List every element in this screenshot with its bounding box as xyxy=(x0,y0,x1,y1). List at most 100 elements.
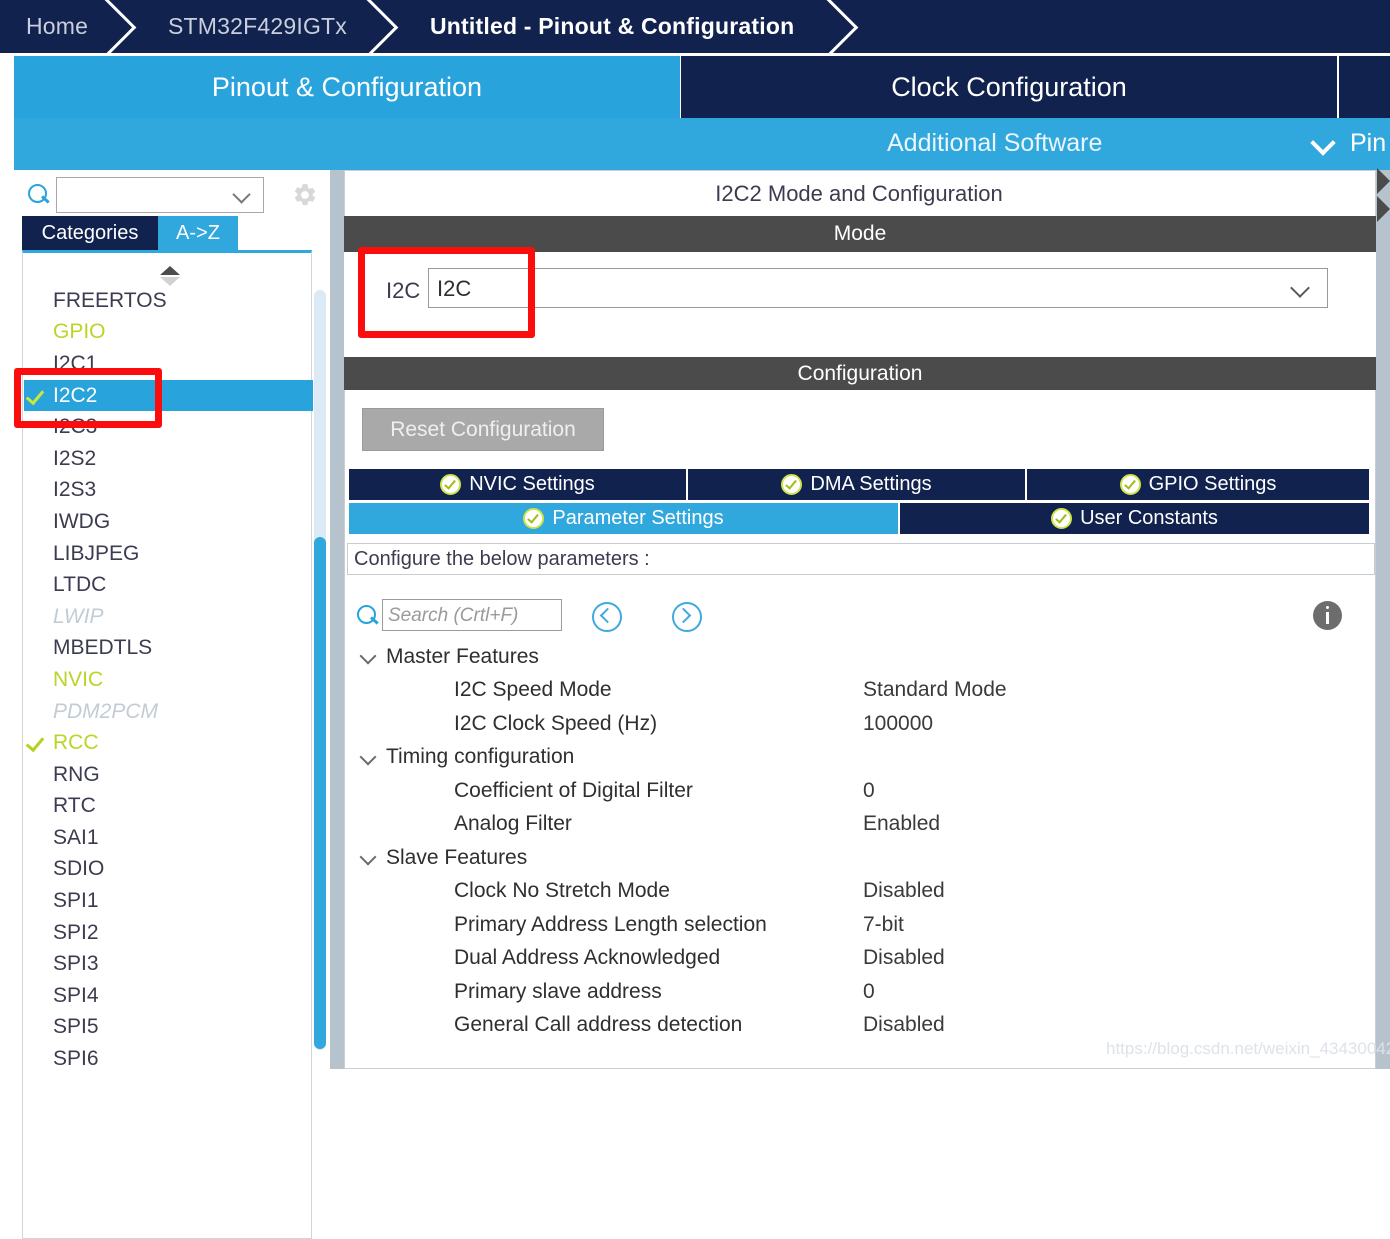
sidebar-item-sdio[interactable]: SDIO xyxy=(24,854,313,886)
param-row[interactable]: General Call address detection Disabled xyxy=(356,1009,1356,1043)
sidebar-item-spi6[interactable]: SPI6 xyxy=(24,1043,313,1075)
panel-title: I2C2 Mode and Configuration xyxy=(344,172,1374,215)
chevron-left-icon[interactable] xyxy=(592,602,622,632)
tab-user-constants[interactable]: User Constants xyxy=(900,503,1371,534)
sidebar-item-label: SDIO xyxy=(53,857,105,881)
sidebar-item-rtc[interactable]: RTC xyxy=(24,791,313,823)
sidebar-item-i2s3[interactable]: I2S3 xyxy=(24,475,313,507)
breadcrumb-home-label: Home xyxy=(26,13,89,39)
sidebar-item-label: SPI3 xyxy=(53,952,99,976)
param-group-timing-configuration[interactable]: Timing configuration xyxy=(356,741,1356,775)
sidebar-item-rng[interactable]: RNG xyxy=(24,759,313,791)
tab-gpio-settings[interactable]: GPIO Settings xyxy=(1027,469,1371,500)
param-key: Primary slave address xyxy=(454,979,662,1003)
param-row[interactable]: Dual Address Acknowledged Disabled xyxy=(356,942,1356,976)
collapse-arrow-icon[interactable] xyxy=(1377,196,1390,222)
sidebar-splitter[interactable] xyxy=(330,170,344,1069)
sidebar-item-ltdc[interactable]: LTDC xyxy=(24,569,313,601)
tab-clock-configuration[interactable]: Clock Configuration xyxy=(681,56,1337,118)
sidebar-item-sai1[interactable]: SAI1 xyxy=(24,822,313,854)
check-circle-icon xyxy=(781,474,803,495)
sidebar-item-iwdg[interactable]: IWDG xyxy=(24,506,313,538)
mode-i2c-label: I2C xyxy=(386,278,421,303)
panel-title-label: I2C2 Mode and Configuration xyxy=(715,180,1003,206)
sidebar-item-i2c1[interactable]: I2C1 xyxy=(24,348,313,380)
param-key: I2C Clock Speed (Hz) xyxy=(454,711,658,735)
param-row[interactable]: Analog Filter Enabled xyxy=(356,808,1356,842)
main-tabbar: Pinout & Configuration Clock Configurati… xyxy=(0,53,1390,118)
breadcrumb-home[interactable]: Home xyxy=(26,0,88,53)
param-value[interactable]: Standard Mode xyxy=(863,678,1007,702)
param-value[interactable]: 0 xyxy=(863,980,875,1004)
sidebar-item-spi3[interactable]: SPI3 xyxy=(24,948,313,980)
chevron-down-icon[interactable] xyxy=(1313,136,1334,157)
tab-overflow[interactable] xyxy=(1339,56,1390,118)
sidebar-item-rcc[interactable]: RCC xyxy=(24,727,313,759)
sidebar-item-i2c3[interactable]: I2C3 xyxy=(24,411,313,443)
param-row[interactable]: Coefficient of Digital Filter 0 xyxy=(356,774,1356,808)
tab-parameter-settings[interactable]: Parameter Settings xyxy=(349,503,900,534)
param-value[interactable]: 100000 xyxy=(863,712,933,736)
sidebar-item-spi1[interactable]: SPI1 xyxy=(24,885,313,917)
param-group-slave-features[interactable]: Slave Features xyxy=(356,841,1356,875)
breadcrumb-current[interactable]: Untitled - Pinout & Configuration xyxy=(430,0,794,53)
sidebar-item-spi2[interactable]: SPI2 xyxy=(24,917,313,949)
gear-icon[interactable] xyxy=(292,182,318,208)
sidebar-item-gpio[interactable]: GPIO xyxy=(24,317,313,349)
breadcrumb: Home STM32F429IGTx Untitled - Pinout & C… xyxy=(0,0,1390,53)
param-value[interactable]: Enabled xyxy=(863,812,940,836)
param-value[interactable]: Disabled xyxy=(863,1013,945,1037)
collapse-arrow-icon[interactable] xyxy=(1377,168,1390,194)
param-value[interactable]: Disabled xyxy=(863,946,945,970)
sidebar-item-label: IWDG xyxy=(53,509,111,533)
sidebar-item-libjpeg[interactable]: LIBJPEG xyxy=(24,538,313,570)
mode-i2c-dropdown[interactable]: I2C xyxy=(428,268,1328,308)
sidebar-item-spi4[interactable]: SPI4 xyxy=(24,980,313,1012)
pinout-view-button[interactable]: Pin xyxy=(1350,129,1386,158)
param-value[interactable]: 7-bit xyxy=(863,913,904,937)
sidebar-item-label: MBEDTLS xyxy=(53,636,153,660)
chevron-down-icon[interactable] xyxy=(1293,281,1309,297)
search-input[interactable] xyxy=(56,177,264,213)
info-icon[interactable] xyxy=(1313,601,1342,630)
sidebar-item-label: RCC xyxy=(53,731,99,755)
panel-splitter[interactable] xyxy=(1376,170,1390,1069)
chevron-down-icon[interactable] xyxy=(360,851,376,867)
chevron-down-icon[interactable] xyxy=(235,188,251,204)
chevron-down-icon[interactable] xyxy=(360,650,376,666)
sidebar-item-label: SPI5 xyxy=(53,1015,99,1039)
sidebar-tab-categories[interactable]: Categories xyxy=(22,216,158,250)
tab-nvic-settings[interactable]: NVIC Settings xyxy=(349,469,688,500)
tab-dma-settings[interactable]: DMA Settings xyxy=(688,469,1027,500)
configure-note: Configure the below parameters : xyxy=(347,543,1375,575)
watermark: https://blog.csdn.net/weixin_43430042 xyxy=(1106,1039,1390,1058)
sidebar-scrollbar-thumb[interactable] xyxy=(314,537,326,1049)
param-row[interactable]: I2C Clock Speed (Hz) 100000 xyxy=(356,707,1356,741)
tab-pinout-configuration[interactable]: Pinout & Configuration xyxy=(14,56,680,118)
sidebar-item-lwip[interactable]: LWIP xyxy=(24,601,313,633)
param-group-master-features[interactable]: Master Features xyxy=(356,640,1356,674)
sidebar-item-i2c2[interactable]: I2C2 xyxy=(24,379,313,412)
sidebar-item-pdm2pcm[interactable]: PDM2PCM xyxy=(24,696,313,728)
chevron-right-icon[interactable] xyxy=(672,602,702,632)
param-row[interactable]: Clock No Stretch Mode Disabled xyxy=(356,875,1356,909)
param-value[interactable]: Disabled xyxy=(863,879,945,903)
breadcrumb-device[interactable]: STM32F429IGTx xyxy=(168,0,347,53)
param-row[interactable]: Primary Address Length selection 7-bit xyxy=(356,908,1356,942)
sidebar-item-nvic[interactable]: NVIC xyxy=(24,664,313,696)
param-row[interactable]: I2C Speed Mode Standard Mode xyxy=(356,674,1356,708)
reset-configuration-button[interactable]: Reset Configuration xyxy=(362,408,604,451)
sidebar-item-i2s2[interactable]: I2S2 xyxy=(24,443,313,475)
sidebar-item-spi5[interactable]: SPI5 xyxy=(24,1012,313,1044)
sidebar-item-label: I2S3 xyxy=(53,478,97,502)
param-row[interactable]: Primary slave address 0 xyxy=(356,975,1356,1009)
sidebar-item-freertos[interactable]: FREERTOS xyxy=(24,285,313,317)
param-value[interactable]: 0 xyxy=(863,779,875,803)
mode-section-header: Mode xyxy=(344,216,1376,252)
sidebar-item-mbedtls[interactable]: MBEDTLS xyxy=(24,633,313,665)
chevron-down-icon[interactable] xyxy=(360,751,376,767)
parameter-search-input[interactable]: Search (Crtl+F) xyxy=(382,599,562,631)
additional-software-button[interactable]: Additional Software xyxy=(887,129,1102,158)
param-group-label: Slave Features xyxy=(386,845,528,869)
sidebar-tab-a-to-z[interactable]: A->Z xyxy=(158,216,238,250)
